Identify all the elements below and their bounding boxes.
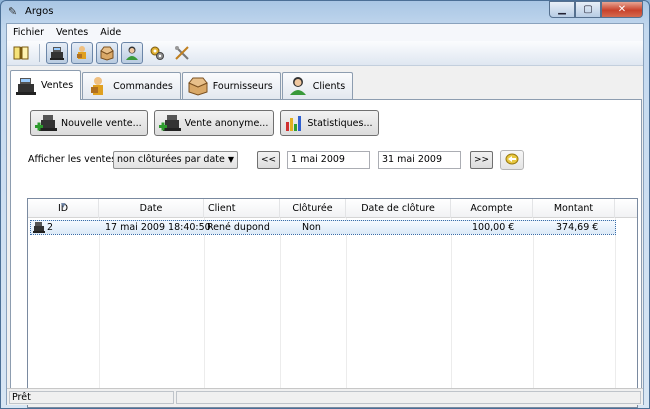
prev-period-button[interactable]: <<	[257, 151, 280, 169]
user-icon	[287, 76, 309, 96]
cell-client: René dupond	[207, 222, 270, 233]
tools-icon[interactable]	[171, 42, 193, 64]
column-divider	[99, 218, 100, 395]
column-header-client[interactable]: Client	[204, 199, 280, 218]
filter-label: Afficher les ventes	[28, 154, 117, 165]
status-bar: Prêt	[7, 388, 643, 405]
column-divider	[451, 218, 452, 395]
menu-bar: Fichier Ventes Aide	[7, 24, 643, 41]
anonymous-sale-label: Vente anonyme...	[184, 117, 269, 129]
title-bar[interactable]: ✎ Argos ▁ ▢ ✕	[1, 1, 649, 23]
menu-fichier[interactable]: Fichier	[7, 27, 50, 38]
new-sale-label: Nouvelle vente...	[61, 117, 142, 129]
open-box-icon	[187, 76, 209, 96]
tab-ventes-label: Ventes	[41, 80, 74, 91]
cell-amount: 374,69 €	[556, 222, 599, 233]
tab-ventes[interactable]: Ventes	[10, 70, 82, 100]
ventes-panel: Nouvelle vente... Vente anonyme... Stati…	[10, 99, 642, 408]
cell-date: 17 mai 2009 18:40:50	[105, 222, 211, 233]
action-buttons: Nouvelle vente... Vente anonyme... Stati…	[30, 110, 385, 136]
chevron-down-icon: ▼	[227, 155, 234, 164]
tab-fournisseurs[interactable]: Fournisseurs	[181, 72, 281, 99]
date-to-field[interactable]: 31 mai 2009	[378, 151, 461, 169]
column-header-date[interactable]: Date	[99, 199, 204, 218]
filter-select-value: non clôturées par date	[117, 154, 225, 165]
column-header-deposit[interactable]: Acompte	[451, 199, 533, 218]
maximize-button[interactable]: ▢	[575, 1, 601, 18]
app-window: ✎ Argos ▁ ▢ ✕ Fichier Ventes Aide Ventes…	[0, 0, 650, 409]
next-period-button[interactable]: >>	[470, 151, 493, 169]
column-header-close-date[interactable]: Date de clôture	[346, 199, 451, 218]
tab-strip: Ventes Commandes Fournisseurs Clients	[10, 69, 354, 100]
open-box-icon[interactable]	[96, 42, 118, 64]
toolbar	[7, 41, 643, 66]
tab-commandes-label: Commandes	[113, 80, 173, 92]
cash-register-icon[interactable]	[46, 42, 68, 64]
column-divider	[533, 218, 534, 395]
minimize-button[interactable]: ▁	[549, 1, 575, 18]
user-icon[interactable]	[121, 42, 143, 64]
filter-bar: Afficher les ventes non clôturées par da…	[28, 150, 628, 170]
toolbar-separator	[39, 44, 40, 62]
reset-period-button[interactable]	[500, 150, 524, 170]
column-divider	[280, 218, 281, 395]
anonymous-sale-button[interactable]: Vente anonyme...	[153, 110, 275, 136]
cash-register-icon	[32, 221, 46, 237]
add-cash-register-icon	[34, 113, 58, 133]
sales-table: ▼ ID Date Client Clôturée Date de clôtur…	[27, 198, 638, 408]
status-panel	[176, 391, 641, 404]
column-divider	[615, 218, 616, 395]
gears-icon[interactable]	[146, 42, 168, 64]
filter-select[interactable]: non clôturées par date ▼	[113, 151, 238, 169]
new-sale-button[interactable]: Nouvelle vente...	[30, 110, 148, 136]
refresh-arrow-icon	[504, 152, 520, 169]
column-header-amount[interactable]: Montant	[533, 199, 615, 218]
table-header: ▼ ID Date Client Clôturée Date de clôtur…	[28, 199, 637, 218]
client-area: Fichier Ventes Aide Ventes Commandes Fou…	[6, 23, 644, 408]
stats-button[interactable]: Statistiques...	[280, 110, 379, 136]
close-button[interactable]: ✕	[601, 1, 643, 18]
bar-chart-icon	[284, 114, 304, 132]
table-row[interactable]: 2 17 mai 2009 18:40:50 René dupond Non 1…	[30, 220, 616, 235]
delivery-man-icon	[87, 76, 109, 96]
tab-fournisseurs-label: Fournisseurs	[212, 80, 273, 92]
book-icon[interactable]	[10, 42, 32, 64]
cell-id: 2	[47, 222, 54, 233]
add-cash-register-icon	[158, 113, 182, 133]
column-divider	[346, 218, 347, 395]
stats-label: Statistiques...	[307, 117, 373, 129]
tab-commandes[interactable]: Commandes	[82, 72, 181, 99]
app-feather-icon: ✎	[8, 5, 18, 18]
sort-indicator-icon: ▼	[61, 202, 66, 209]
tab-clients[interactable]: Clients	[281, 72, 354, 99]
window-title: Argos	[25, 6, 54, 17]
window-controls: ▁ ▢ ✕	[549, 1, 643, 19]
cell-deposit: 100,00 €	[472, 222, 515, 233]
cash-register-icon	[15, 76, 37, 96]
status-text: Prêt	[9, 391, 174, 404]
tab-clients-label: Clients	[312, 80, 346, 92]
delivery-man-icon[interactable]	[71, 42, 93, 64]
column-header-id[interactable]: ▼ ID	[28, 199, 99, 218]
cell-closed: Non	[302, 222, 321, 233]
date-from-field[interactable]: 1 mai 2009	[287, 151, 370, 169]
column-divider	[204, 218, 205, 395]
column-header-closed[interactable]: Clôturée	[280, 199, 346, 218]
menu-aide[interactable]: Aide	[94, 27, 127, 38]
menu-ventes[interactable]: Ventes	[50, 27, 94, 38]
